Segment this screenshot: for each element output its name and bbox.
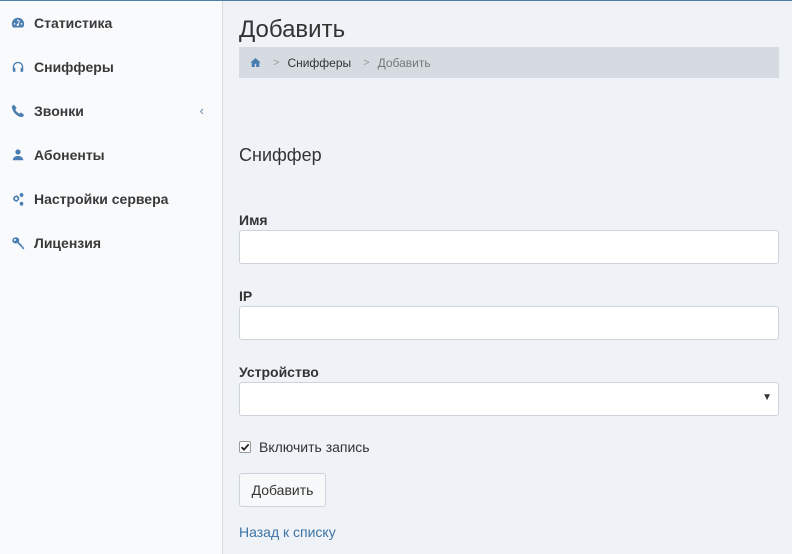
phone-icon (10, 103, 26, 119)
ip-input[interactable] (239, 306, 779, 340)
record-checkbox-row: Включить запись (239, 439, 370, 455)
caret-down-icon: ▼ (762, 392, 772, 403)
cogs-icon (10, 191, 26, 207)
sidebar-item-label: Настройки сервера (34, 191, 169, 207)
sidebar: Статистика Снифферы Звонки ‹ Абоненты На… (0, 1, 223, 554)
sidebar-item-calls[interactable]: Звонки ‹ (0, 89, 222, 133)
sidebar-item-label: Статистика (34, 15, 113, 31)
sidebar-item-label: Звонки (34, 103, 84, 119)
key-icon (10, 235, 26, 251)
breadcrumb-link-sniffers[interactable]: Снифферы (287, 56, 351, 70)
sidebar-item-label: Лицензия (34, 235, 102, 251)
sidebar-item-server-settings[interactable]: Настройки сервера (0, 177, 222, 221)
main-content: Добавить > Снифферы > Добавить Сниффер И… (224, 1, 792, 554)
add-button[interactable]: Добавить (239, 473, 326, 507)
device-select[interactable]: ▼ (239, 382, 779, 416)
name-input[interactable] (239, 230, 779, 264)
record-checkbox-label[interactable]: Включить запись (259, 439, 370, 455)
sidebar-item-license[interactable]: Лицензия (0, 221, 222, 265)
back-to-list-link[interactable]: Назад к списку (239, 524, 336, 540)
breadcrumb-current: Добавить (377, 55, 431, 70)
sidebar-item-statistics[interactable]: Статистика (0, 1, 222, 45)
headphones-icon (10, 59, 26, 75)
sidebar-item-label: Снифферы (34, 59, 114, 75)
ip-label: IP (239, 288, 253, 304)
dashboard-icon (10, 15, 26, 31)
name-label: Имя (239, 212, 268, 228)
checkmark-icon (240, 443, 250, 451)
page-title: Добавить (239, 16, 346, 43)
section-title: Сниффер (239, 145, 322, 165)
breadcrumb: > Снифферы > Добавить (239, 47, 779, 78)
sidebar-item-sniffers[interactable]: Снифферы (0, 45, 222, 89)
user-icon (10, 147, 26, 163)
breadcrumb-separator: > (273, 56, 280, 69)
sidebar-item-subscribers[interactable]: Абоненты (0, 133, 222, 177)
chevron-left-icon: ‹ (199, 103, 204, 118)
device-label: Устройство (239, 364, 319, 380)
record-checkbox[interactable] (239, 441, 251, 453)
home-icon[interactable] (250, 57, 261, 68)
breadcrumb-separator: > (363, 56, 370, 69)
sidebar-item-label: Абоненты (34, 147, 105, 163)
